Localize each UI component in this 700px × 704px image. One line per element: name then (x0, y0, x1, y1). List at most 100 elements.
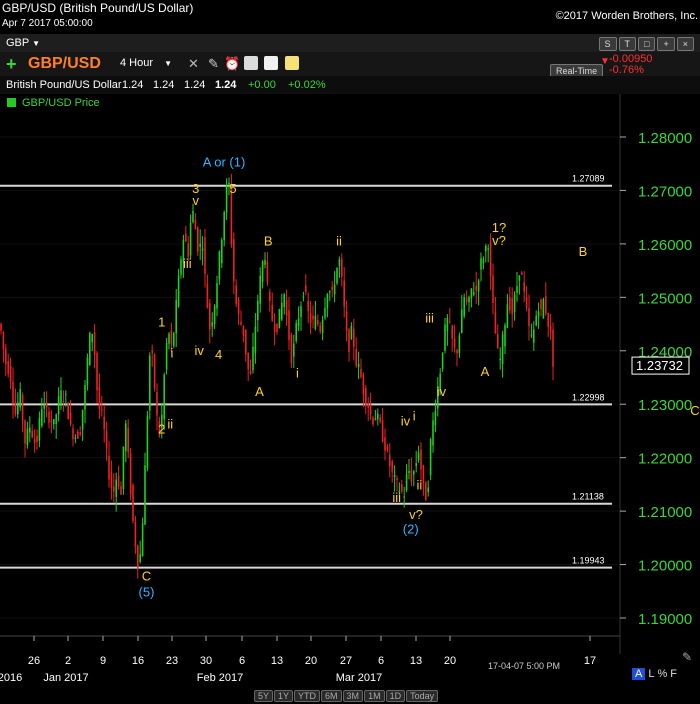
candle-body (137, 545, 139, 568)
candle-body (374, 418, 377, 421)
quote-bar: British Pound/US Dollar 1.24 1.24 1.24 1… (0, 76, 700, 94)
range-button[interactable]: 5Y (254, 690, 274, 702)
range-buttons: 5Y 1Y YTD 6M 3M 1M 1D Today (254, 686, 439, 704)
candle-body (223, 211, 225, 241)
alarm-clock-icon[interactable]: ⏰ (224, 56, 240, 71)
candle-body (533, 329, 535, 343)
calculator-icon[interactable] (244, 56, 258, 70)
candle-body (129, 453, 132, 495)
window-control-button[interactable]: □ (638, 37, 656, 51)
candle-body (86, 357, 89, 386)
range-button[interactable]: 1D (385, 690, 406, 702)
candle-body (170, 330, 173, 345)
candle-body (115, 479, 117, 497)
candle-body (336, 268, 338, 284)
candle-body (108, 455, 110, 480)
symbol-toolbar: + GBP/USD 4 Hour ▼ ✕ ✎ ⏰ Real-Time -0.00… (0, 52, 700, 78)
candle-body (324, 307, 326, 318)
wave-label: ii (167, 416, 173, 431)
candle-body (403, 496, 405, 498)
wave-label: i (296, 366, 299, 381)
window-control-button[interactable]: + (657, 37, 675, 51)
candle-body (540, 299, 542, 310)
x-month-label: Feb 2017 (197, 672, 243, 684)
candle-body (50, 420, 53, 423)
interval-dropdown[interactable]: 4 Hour ▼ (120, 57, 172, 69)
candle-body (357, 363, 360, 368)
candle-body (204, 237, 206, 274)
candle-body (295, 323, 297, 341)
candle-body (57, 396, 60, 415)
symbol-field[interactable]: GBP/USD (28, 55, 101, 73)
price-chart[interactable]: 1.270891.229981.211381.19943 A or (1)3 5v… (0, 94, 700, 700)
scale-button[interactable]: F (670, 668, 677, 680)
candle-body (309, 313, 312, 324)
copyright-text: ©2017 Worden Brothers, Inc. (555, 10, 698, 22)
candle-body (427, 487, 429, 493)
candle-body (288, 310, 290, 341)
candle-body (449, 321, 451, 323)
document-icon[interactable] (264, 56, 278, 70)
candle-body (273, 324, 276, 333)
candle-body (317, 319, 319, 325)
candle-body (38, 418, 41, 441)
candle-body (422, 465, 425, 484)
candle-body (312, 315, 314, 320)
scale-button[interactable]: L (648, 668, 654, 680)
candle-body (401, 484, 403, 492)
range-button[interactable]: YTD (294, 690, 321, 702)
candle-body (377, 413, 379, 420)
candle-body (307, 300, 309, 312)
range-button[interactable]: 3M (342, 690, 364, 702)
y-tick-label: 1.28000 (638, 130, 692, 147)
scale-button[interactable]: A (632, 668, 646, 680)
candle-body (180, 259, 182, 276)
range-button[interactable]: 1Y (274, 690, 294, 702)
add-icon[interactable]: + (6, 54, 17, 75)
window-control-button[interactable]: × (676, 37, 694, 51)
wave-label: v (193, 193, 200, 208)
edit-icon[interactable]: ✎ (682, 650, 692, 664)
quote-close: 1.24 (215, 79, 237, 91)
candle-body (199, 243, 201, 247)
candle-body (269, 292, 271, 301)
candle-body (43, 404, 45, 409)
candle-body (60, 390, 62, 407)
candle-body (420, 449, 422, 470)
wave-label: 2 (158, 422, 165, 437)
candle-body (501, 334, 504, 365)
change-percent: -0.76% (609, 64, 644, 76)
candle-body (523, 282, 525, 292)
x-month-label: Jan 2017 (43, 672, 88, 684)
range-button[interactable]: 1M (364, 690, 385, 702)
candle-body (477, 280, 480, 292)
candle-body (113, 486, 115, 492)
candle-body (194, 219, 197, 230)
scale-button[interactable]: % (657, 668, 667, 680)
window-control-button[interactable]: T (618, 37, 637, 51)
tools-icon[interactable]: ✕ (188, 56, 202, 71)
candle-body (24, 420, 26, 444)
candle-body (326, 294, 329, 309)
candle-body (235, 285, 237, 304)
candle-body (17, 402, 19, 415)
x-month-label: Mar 2017 (336, 672, 382, 684)
quote-change-percent: +0.02% (288, 79, 326, 91)
x-tick-label: 20 (444, 655, 456, 667)
watchlist-dropdown[interactable]: GBP ▼ (6, 37, 40, 49)
window-control-button[interactable]: S (598, 37, 617, 51)
legend-label: GBP/USD Price (22, 97, 100, 109)
candle-body (389, 455, 391, 467)
current-price-label: 1.23732 (636, 358, 683, 373)
candle-body (168, 333, 170, 344)
candle-body (65, 393, 67, 395)
range-button[interactable]: Today (406, 690, 439, 702)
candle-body (408, 470, 410, 473)
wave-label: B (579, 244, 588, 259)
note-icon[interactable] (285, 56, 299, 70)
range-button[interactable]: 6M (321, 690, 342, 702)
pencil-icon[interactable]: ✎ (208, 56, 222, 71)
candle-body (549, 326, 552, 332)
candle-body (2, 332, 5, 350)
watchlist-bar: GBP ▼ S T □ + × (0, 34, 700, 52)
